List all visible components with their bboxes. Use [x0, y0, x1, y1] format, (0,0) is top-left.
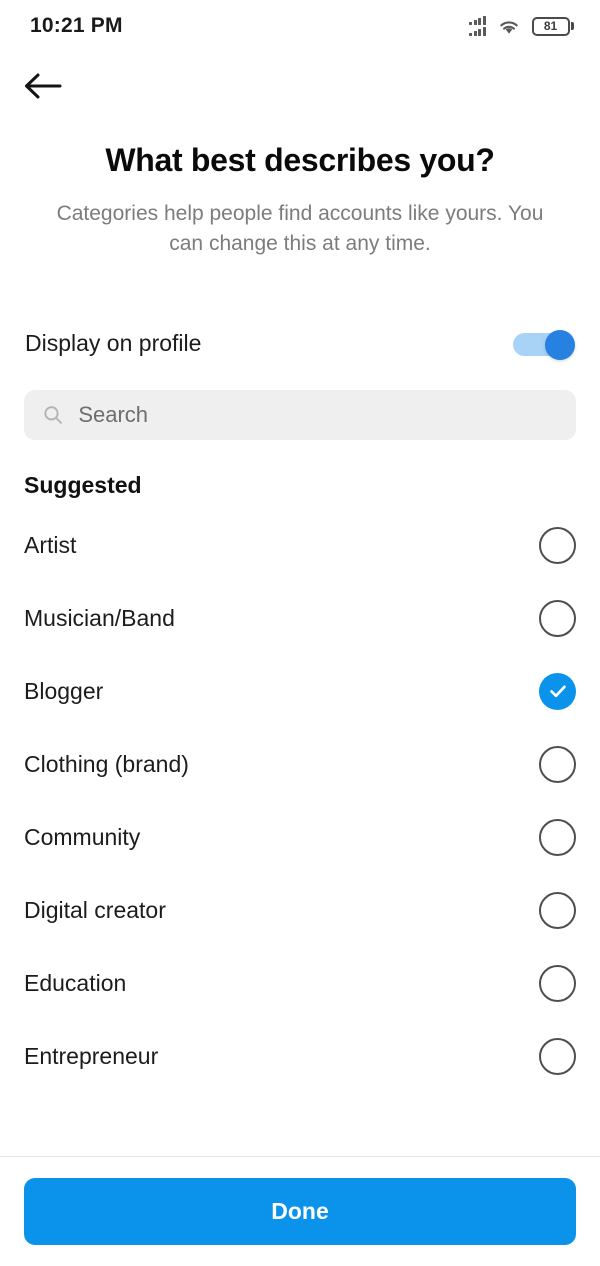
checkmark-icon — [549, 685, 566, 698]
battery-level-label: 81 — [543, 19, 558, 33]
category-radio-icon[interactable] — [539, 1037, 576, 1075]
navigation-bar — [0, 52, 600, 120]
category-label: Artist — [24, 531, 77, 558]
category-selection-screen: 10:21 PM 81 What best describes you? Cat… — [0, 0, 600, 1266]
wifi-icon — [499, 20, 518, 34]
suggested-section-title: Suggested — [24, 471, 142, 498]
done-button[interactable]: Done — [24, 1178, 576, 1245]
back-button[interactable] — [22, 64, 70, 108]
category-list: Artist Musician/Band Blogger Clothing (bran… — [0, 509, 600, 1156]
page-subtitle: Categories help people find accounts lik… — [56, 201, 544, 256]
toggle-thumb — [545, 329, 575, 360]
display-on-profile-row[interactable]: Display on profile — [0, 320, 600, 368]
category-label: Entrepreneur — [24, 1042, 159, 1069]
category-label: Digital creator — [24, 896, 166, 923]
category-label: Musician/Band — [24, 604, 175, 631]
category-row[interactable]: Musician/Band — [24, 582, 576, 655]
category-label: Blogger — [24, 677, 104, 704]
category-label: Clothing (brand) — [24, 750, 189, 777]
search-icon — [44, 405, 62, 424]
display-on-profile-toggle[interactable] — [513, 329, 575, 360]
category-radio-icon[interactable] — [539, 891, 576, 929]
category-radio-checked-icon[interactable] — [539, 672, 576, 710]
status-icons: 81 — [469, 16, 574, 36]
search-input[interactable] — [78, 401, 558, 428]
signal-bars-dual-sim-icon — [469, 16, 486, 36]
page-header: What best describes you? Categories help… — [0, 120, 600, 260]
display-on-profile-label: Display on profile — [25, 330, 202, 357]
search-box[interactable] — [24, 389, 576, 440]
category-radio-icon[interactable] — [539, 964, 576, 1002]
category-row[interactable]: Entrepreneur — [24, 1020, 576, 1093]
category-radio-icon[interactable] — [539, 745, 576, 783]
category-radio-icon[interactable] — [539, 818, 576, 856]
category-row[interactable]: Blogger — [24, 655, 576, 728]
category-row[interactable]: Clothing (brand) — [24, 728, 576, 801]
battery-icon: 81 — [531, 16, 574, 36]
category-label: Education — [24, 969, 127, 996]
footer-bar: Done — [0, 1156, 600, 1266]
status-bar: 10:21 PM 81 — [0, 0, 600, 52]
category-row[interactable]: Artist — [24, 509, 576, 582]
page-title: What best describes you? — [105, 142, 495, 178]
category-label: Community — [24, 823, 141, 850]
category-row[interactable]: Community — [24, 801, 576, 874]
category-radio-icon[interactable] — [539, 526, 576, 564]
category-row[interactable]: Education — [24, 947, 576, 1020]
category-row[interactable]: Digital creator — [24, 874, 576, 947]
back-arrow-icon — [25, 73, 62, 99]
category-radio-icon[interactable] — [539, 599, 576, 637]
search-container — [0, 389, 600, 440]
status-time: 10:21 PM — [30, 14, 123, 37]
